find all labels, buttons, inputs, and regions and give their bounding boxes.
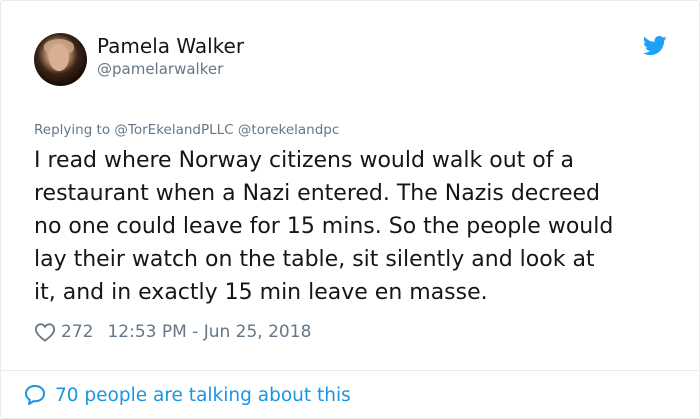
reply-prefix: Replying to xyxy=(34,122,111,138)
tweet-line: it, and in exactly 15 min leave en masse… xyxy=(34,280,488,305)
twitter-bird-icon[interactable] xyxy=(643,36,667,56)
tweet-line: no one could leave for 15 mins. So the p… xyxy=(34,214,614,239)
author-name[interactable]: Pamela Walker xyxy=(97,34,244,58)
tweet-line: restaurant when a Nazi entered. The Nazi… xyxy=(34,181,601,206)
avatar[interactable] xyxy=(34,33,87,86)
tweet-meta: 272 12:53 PM - Jun 25, 2018 xyxy=(34,320,311,344)
conversation-label: 70 people are talking about this xyxy=(55,384,351,406)
tweet-line: I read where Norway citizens would walk … xyxy=(34,148,574,173)
reply-context: Replying to @TorEkelandPLLC @torekelandp… xyxy=(34,122,339,138)
tweet-card: Pamela Walker @pamelarwalker Replying to… xyxy=(0,0,700,419)
tweet-timestamp[interactable]: 12:53 PM - Jun 25, 2018 xyxy=(107,322,311,342)
like-count[interactable]: 272 xyxy=(61,322,93,342)
tweet-line: lay their watch on the table, sit silent… xyxy=(34,247,595,272)
speech-bubble-icon xyxy=(25,385,45,405)
reply-mention-2[interactable]: @torekelandpc xyxy=(238,122,339,138)
avatar-face xyxy=(49,44,69,71)
tweet-text: I read where Norway citizens would walk … xyxy=(34,144,684,309)
author-handle[interactable]: @pamelarwalker xyxy=(97,60,223,78)
conversation-link[interactable]: 70 people are talking about this xyxy=(23,382,351,408)
reply-mention-1[interactable]: @TorEkelandPLLC xyxy=(114,122,233,138)
heart-icon[interactable] xyxy=(34,322,56,342)
divider xyxy=(1,370,699,371)
